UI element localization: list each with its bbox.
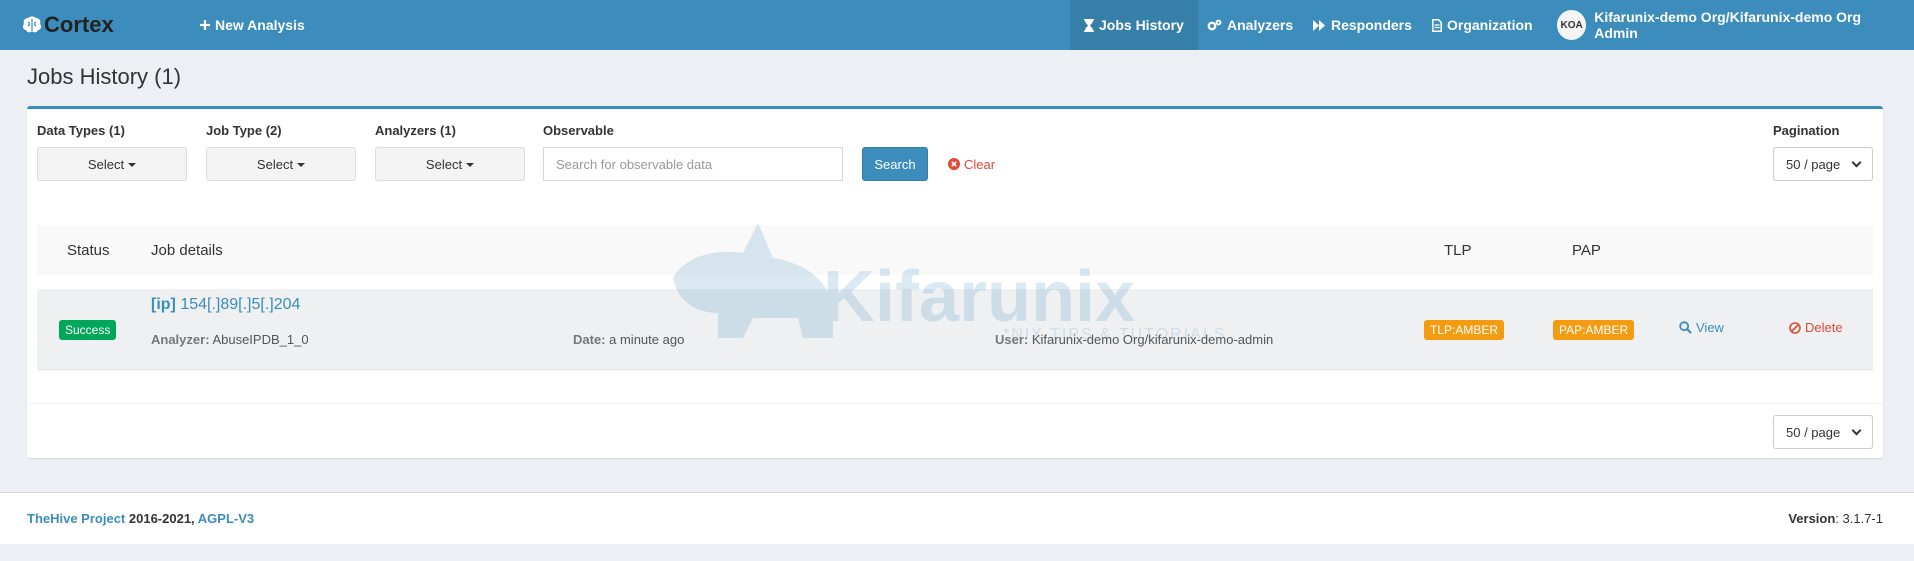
pagination-label: Pagination	[1773, 123, 1840, 138]
footer-copyright: TheHive Project 2016-2021, AGPL-V3	[27, 511, 254, 526]
footer-version: Version: 3.1.7-1	[1788, 511, 1883, 526]
nav-analyzers-label: Analyzers	[1227, 17, 1294, 33]
version-label: Version	[1788, 511, 1836, 526]
table-header: Status Job details TLP PAP	[37, 225, 1873, 275]
user-value: Kifarunix-demo Org/kifarunix-demo-admin	[1031, 332, 1274, 347]
date-label: Date:	[573, 332, 606, 347]
brand-name: Cortex	[44, 12, 114, 37]
footer: TheHive Project 2016-2021, AGPL-V3 Versi…	[0, 492, 1914, 544]
analyzer-label: Analyzer:	[151, 332, 210, 347]
tlp-badge: TLP:AMBER	[1424, 320, 1505, 340]
user-name: Kifarunix-demo Org/Kifarunix-demo Org Ad…	[1594, 9, 1862, 41]
top-navbar: Cortex New Analysis Jobs History Analyze…	[0, 0, 1914, 50]
nav-jobs-history[interactable]: Jobs History	[1070, 0, 1198, 50]
chevron-down-icon	[1851, 425, 1862, 435]
caret-down-icon	[466, 163, 475, 167]
chevron-down-icon	[1851, 157, 1862, 167]
license-link[interactable]: AGPL-V3	[198, 511, 254, 526]
user-label: User:	[995, 332, 1029, 347]
data-types-select-text: Select	[87, 156, 125, 172]
analyzer-value: AbuseIPDB_1_0	[212, 332, 309, 347]
nav-organization-label: Organization	[1447, 17, 1533, 33]
status-badge: Success	[59, 320, 117, 340]
search-icon	[1679, 321, 1692, 334]
pagination-select-value: 50 / page	[1786, 156, 1841, 172]
job-data-type: [ip]	[151, 296, 176, 313]
new-analysis-link[interactable]: New Analysis	[186, 0, 319, 50]
table-row: Success [ip] 154[.]89[.]5[.]204 Analyzer…	[37, 289, 1873, 371]
version-value: : 3.1.7-1	[1835, 511, 1883, 526]
file-icon	[1432, 18, 1442, 32]
clear-button-label: Clear	[964, 156, 996, 172]
header-job-details: Job details	[151, 241, 223, 259]
footer-years: 2016-2021,	[125, 511, 198, 526]
nav-analyzers[interactable]: Analyzers	[1193, 0, 1307, 50]
bottom-pagination-select[interactable]: 50 / page	[1773, 415, 1873, 449]
job-analyzer: Analyzer: AbuseIPDB_1_0	[151, 332, 309, 347]
view-label: View	[1696, 320, 1724, 335]
bottom-pagination-value: 50 / page	[1786, 424, 1841, 440]
page-title: Jobs History (1)	[27, 64, 182, 89]
data-types-label: Data Types (1)	[37, 123, 125, 138]
search-button[interactable]: Search	[862, 147, 928, 181]
gears-icon	[1207, 19, 1222, 31]
hourglass-icon	[1084, 18, 1094, 32]
user-menu[interactable]: KOA Kifarunix-demo Org/Kifarunix-demo Or…	[1543, 0, 1914, 50]
plus-icon	[200, 20, 210, 30]
nav-responders[interactable]: Responders	[1299, 0, 1426, 50]
job-title-link[interactable]: [ip] 154[.]89[.]5[.]204	[151, 296, 300, 314]
user-avatar: KOA	[1557, 10, 1587, 40]
header-pap: PAP	[1572, 241, 1601, 259]
clear-button[interactable]: Clear	[948, 147, 995, 181]
pap-badge: PAP:AMBER	[1553, 320, 1635, 340]
nav-organization[interactable]: Organization	[1418, 0, 1547, 50]
thehive-project-link[interactable]: TheHive Project	[27, 511, 125, 526]
analyzers-select-text: Select	[425, 156, 463, 172]
analyzers-select[interactable]: Select	[375, 147, 525, 181]
nav-jobs-history-label: Jobs History	[1099, 17, 1184, 33]
analyzers-label: Analyzers (1)	[375, 123, 456, 138]
view-button[interactable]: View	[1679, 320, 1724, 335]
new-analysis-label: New Analysis	[215, 17, 305, 33]
brand-logo[interactable]: Cortex	[22, 12, 114, 38]
date-value: a minute ago	[609, 332, 685, 347]
delete-button[interactable]: Delete	[1789, 320, 1843, 335]
header-tlp: TLP	[1444, 241, 1472, 259]
job-type-select-text: Select	[256, 156, 294, 172]
fast-forward-icon	[1313, 19, 1326, 31]
caret-down-icon	[128, 163, 137, 167]
caret-down-icon	[297, 163, 306, 167]
observable-search-input[interactable]	[543, 147, 843, 181]
delete-label: Delete	[1805, 320, 1843, 335]
brain-icon	[22, 16, 42, 33]
header-status: Status	[67, 241, 110, 259]
box-divider	[27, 403, 1883, 404]
ban-icon	[1789, 321, 1801, 334]
job-type-select[interactable]: Select	[206, 147, 356, 181]
data-types-select[interactable]: Select	[37, 147, 187, 181]
job-date: Date: a minute ago	[573, 332, 684, 347]
pagination-select[interactable]: 50 / page	[1773, 147, 1873, 181]
jobs-box: Data Types (1) Select Job Type (2) Selec…	[27, 106, 1883, 458]
observable-label: Observable	[543, 123, 614, 138]
job-type-label: Job Type (2)	[206, 123, 282, 138]
times-circle-icon	[948, 158, 960, 170]
job-user: User: Kifarunix-demo Org/kifarunix-demo-…	[995, 332, 1273, 347]
job-observable: 154[.]89[.]5[.]204	[180, 296, 301, 313]
nav-responders-label: Responders	[1331, 17, 1412, 33]
